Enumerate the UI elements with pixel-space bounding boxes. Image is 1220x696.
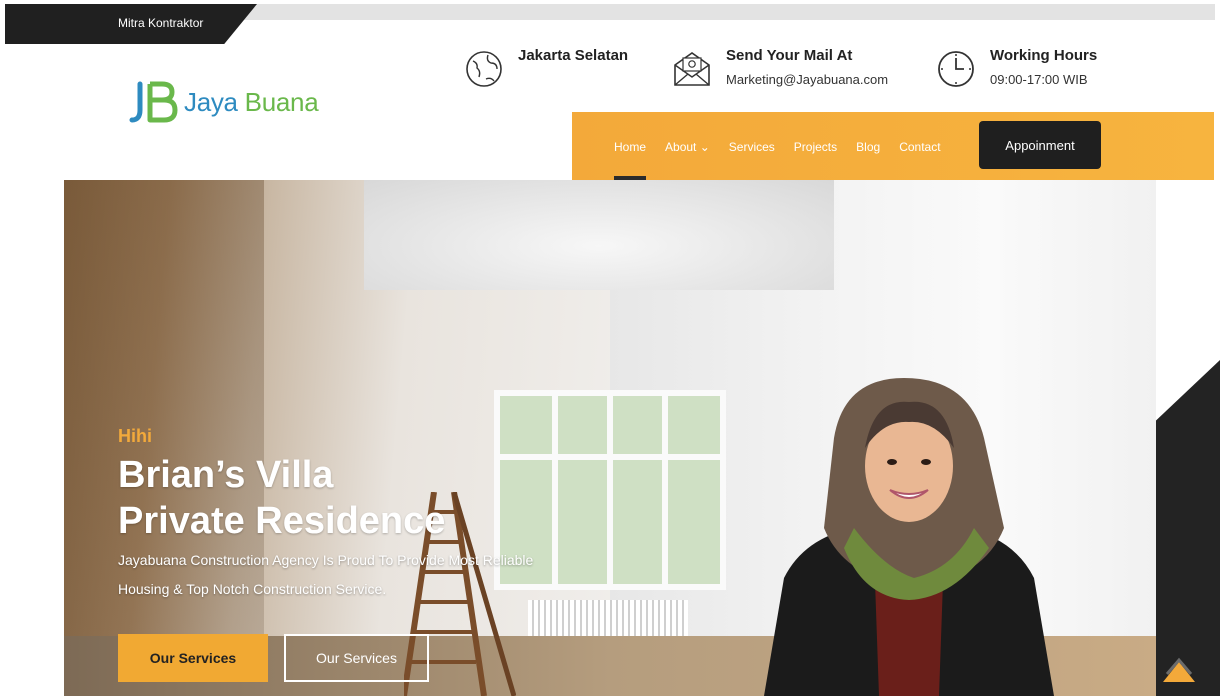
logo-text: Jaya Buana	[184, 86, 319, 118]
nav-item-blog[interactable]: Blog	[856, 140, 880, 154]
nav-item-contact[interactable]: Contact	[899, 140, 940, 154]
hero-description-line2: Housing & Top Notch Construction Service…	[118, 581, 387, 597]
logo-mark-icon	[129, 81, 178, 123]
info-hours: Working Hours 09:00-17:00 WIB	[936, 46, 1097, 89]
info-hours-value: 09:00-17:00 WIB	[990, 72, 1088, 87]
window-mullion	[607, 396, 613, 584]
our-services-primary-button[interactable]: Our Services	[118, 634, 268, 682]
nav-item-about[interactable]: About ⌄	[665, 140, 710, 154]
info-location-title: Jakarta Selatan	[518, 47, 629, 64]
woman-portrait-image	[764, 378, 1054, 696]
info-mail-address[interactable]: Marketing@Jayabuana.com	[726, 72, 888, 87]
nav-item-home[interactable]: Home	[614, 140, 647, 180]
info-mail-title: Send Your Mail At	[726, 47, 853, 64]
our-services-outline-button[interactable]: Our Services	[284, 634, 429, 682]
nav-item-about-label: About	[665, 140, 697, 154]
hero-radiator	[528, 600, 688, 636]
nav-item-services[interactable]: Services	[729, 140, 775, 154]
clock-icon	[938, 51, 974, 87]
hero-ceiling	[364, 180, 834, 290]
info-hours-title: Working Hours	[990, 47, 1098, 64]
scroll-to-top-icon[interactable]	[1161, 652, 1197, 688]
logo-brand-jaya: Jaya	[184, 86, 238, 117]
main-nav: Home About ⌄ Services Projects Blog Cont…	[572, 112, 1214, 180]
info-location: Jakarta Selatan	[464, 46, 628, 89]
top-bar-strip	[240, 4, 1215, 20]
top-bar-tag: Mitra Kontraktor	[5, 4, 257, 44]
nav-menu: Home About ⌄ Services Projects Blog Cont…	[614, 140, 960, 180]
hero-wall-texture	[64, 180, 264, 696]
hero-banner	[64, 180, 1156, 696]
hero-heading: Brian’s Villa Private Residence	[118, 452, 558, 544]
site-logo[interactable]: Jaya Buana	[126, 80, 319, 124]
hero-eyebrow: Hihi	[118, 426, 152, 446]
chevron-down-icon: ⌄	[699, 140, 710, 154]
nav-item-projects[interactable]: Projects	[794, 140, 837, 154]
window-mullion	[662, 396, 668, 584]
appointment-button[interactable]: Appoinment	[979, 121, 1101, 169]
hero-heading-line2: Private Residence	[118, 500, 446, 542]
logo-brand-buana: Buana	[244, 86, 319, 117]
page: Mitra Kontraktor Jaya Buana Jakarta Sela…	[0, 0, 1220, 696]
globe-icon	[466, 51, 502, 87]
hero-description-line1: Jayabuana Construction Agency Is Proud T…	[118, 552, 534, 568]
mail-icon	[674, 52, 710, 86]
hero-heading-line1: Brian’s Villa	[118, 454, 334, 496]
info-mail: Send Your Mail At Marketing@Jayabuana.co…	[672, 46, 888, 89]
dark-corner-shape	[1156, 360, 1220, 696]
hero-description: Jayabuana Construction Agency Is Proud T…	[118, 546, 598, 604]
top-bar: Mitra Kontraktor	[0, 0, 1220, 44]
